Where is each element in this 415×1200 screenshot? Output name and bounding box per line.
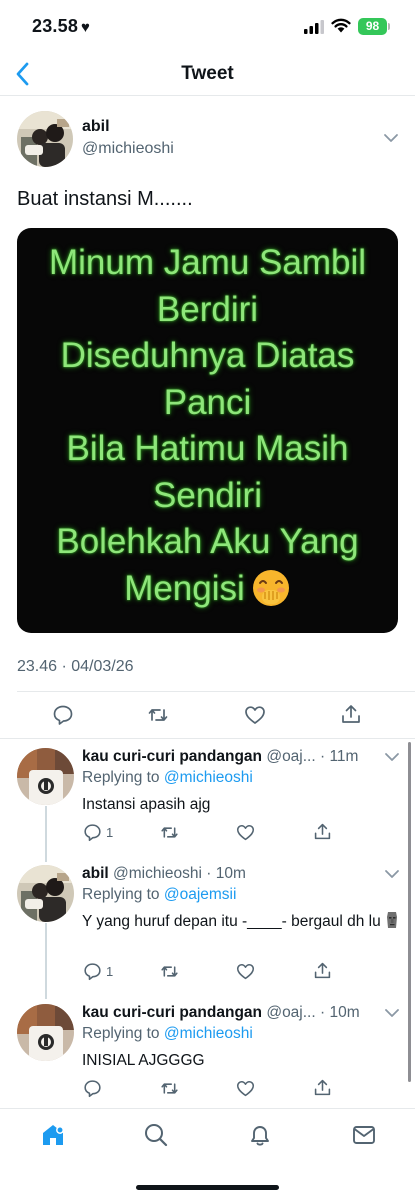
home-indicator — [136, 1185, 279, 1190]
retweet-icon[interactable] — [160, 1079, 179, 1098]
tweet-timestamp: 23.46 · 04/03/26 — [17, 658, 134, 675]
messages-icon[interactable] — [351, 1122, 377, 1148]
navigation-bar: Tweet — [0, 54, 415, 96]
replying-to-link[interactable]: @oajemsii — [164, 886, 237, 903]
share-icon[interactable] — [313, 961, 332, 980]
replying-to: Replying to @michieoshi — [82, 1025, 253, 1042]
cellular-signal-icon — [304, 20, 324, 34]
thread-line — [45, 806, 47, 862]
media-caption: Minum Jamu Sambil Berdiri Diseduhnya Dia… — [17, 240, 398, 612]
media-line: Diseduhnya Diatas — [60, 336, 355, 375]
wifi-icon — [331, 18, 351, 33]
reply-icon[interactable] — [83, 823, 102, 842]
share-icon[interactable] — [313, 822, 332, 841]
media-line: Berdiri — [156, 289, 259, 329]
retweet-icon[interactable] — [160, 962, 179, 981]
share-icon[interactable] — [313, 1078, 332, 1097]
reply-text: INISIAL AJGGGG — [82, 1052, 205, 1069]
like-icon[interactable] — [244, 704, 266, 726]
author-name[interactable]: abil — [82, 118, 110, 136]
share-icon[interactable] — [340, 703, 362, 725]
retweet-icon[interactable] — [147, 704, 169, 726]
reply-time: · 10m — [319, 1004, 360, 1021]
reply-author-name[interactable]: kau curi-curi pandangan — [82, 748, 262, 765]
battery-tip — [388, 23, 390, 30]
reply-author-handle[interactable]: @oaj... — [266, 1004, 315, 1021]
avatar[interactable] — [17, 748, 74, 805]
avatar[interactable] — [17, 111, 73, 167]
status-time: 23.58 ♥ — [32, 16, 91, 36]
moai-emoji-icon — [386, 912, 397, 928]
reply-author-name[interactable]: kau curi-curi pandangan — [82, 1004, 262, 1021]
page-title: Tweet — [181, 63, 234, 84]
avatar[interactable] — [17, 1004, 74, 1061]
media-line: Minum Jamu Sambil — [48, 243, 367, 282]
replying-to: Replying to @oajemsii — [82, 886, 237, 903]
more-chevron-icon[interactable] — [383, 133, 399, 143]
notifications-icon[interactable] — [247, 1122, 273, 1148]
home-icon[interactable] — [40, 1122, 66, 1148]
reply-icon[interactable] — [83, 962, 102, 981]
battery-indicator: 98 — [358, 18, 387, 35]
reply-header: abil @michieoshi · 10m — [82, 865, 246, 883]
replying-to-link[interactable]: @michieoshi — [164, 1025, 253, 1042]
reply-text: Y yang huruf depan itu -____- bergaul dh… — [82, 911, 402, 933]
reply-header: kau curi-curi pandangan @oaj... · 11m — [82, 748, 358, 766]
media-line: Bolehkah Aku Yang — [56, 522, 359, 561]
author-handle[interactable]: @michieoshi — [82, 140, 174, 158]
scrollbar[interactable] — [408, 742, 411, 1082]
avatar[interactable] — [17, 865, 74, 922]
reply-time: · 11m — [319, 748, 359, 765]
face-hand-over-mouth-emoji-icon — [252, 569, 289, 606]
heart-icon: ♥ — [81, 19, 91, 36]
more-chevron-icon[interactable] — [384, 869, 400, 879]
media-line: Bila Hatimu Masih — [66, 429, 349, 468]
reply-icon[interactable] — [52, 704, 74, 726]
reply-time: · 10m — [206, 865, 246, 882]
like-icon[interactable] — [236, 823, 255, 842]
divider — [0, 738, 415, 739]
thread-line — [45, 923, 47, 999]
reply-author-handle[interactable]: @oaj... — [266, 748, 315, 765]
reply-header: kau curi-curi pandangan @oaj... · 10m — [82, 1004, 360, 1022]
reply-text: Instansi apasih ajg — [82, 796, 211, 813]
retweet-icon[interactable] — [160, 823, 179, 842]
search-icon[interactable] — [143, 1122, 169, 1148]
media-line: Sendiri — [153, 475, 262, 515]
media-line: Mengisi — [124, 568, 245, 608]
replying-to-link[interactable]: @michieoshi — [164, 769, 253, 786]
reply-author-name[interactable]: abil — [82, 865, 109, 882]
media-line: Panci — [163, 382, 252, 422]
reply-count: 1 — [106, 964, 114, 979]
like-icon[interactable] — [236, 962, 255, 981]
reply-author-handle[interactable]: @michieoshi — [113, 865, 202, 882]
divider — [17, 691, 415, 692]
more-chevron-icon[interactable] — [384, 1008, 400, 1018]
tweet-text: Buat instansi M....... — [17, 188, 193, 210]
status-bar: 23.58 ♥ 98 — [0, 0, 415, 54]
replying-to: Replying to @michieoshi — [82, 769, 253, 786]
reply-icon[interactable] — [83, 1079, 102, 1098]
tweet-media-image[interactable]: Minum Jamu Sambil Berdiri Diseduhnya Dia… — [17, 228, 398, 633]
more-chevron-icon[interactable] — [384, 752, 400, 762]
like-icon[interactable] — [236, 1079, 255, 1098]
reply-count: 1 — [106, 825, 114, 840]
media-line-with-emoji: Mengisi — [17, 566, 398, 613]
